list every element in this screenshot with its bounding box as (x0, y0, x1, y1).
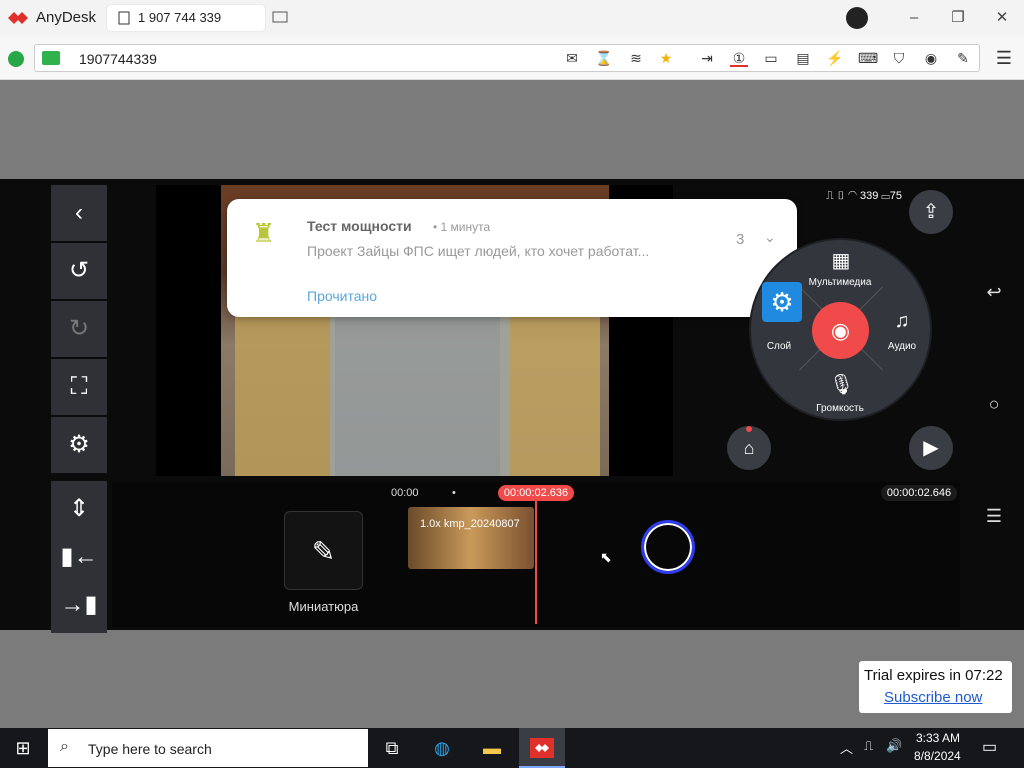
tray-expand-icon[interactable]: ︿ (840, 738, 853, 757)
undo-icon[interactable]: ↺ (51, 243, 107, 299)
mark-read-button[interactable]: Прочитано (307, 288, 377, 304)
menu-icon[interactable]: ☰ (994, 48, 1014, 68)
file-transfer-icon[interactable]: ⇥ (698, 49, 716, 67)
play-icon[interactable]: ▶ (909, 426, 953, 470)
wheel-layer-label[interactable]: Слой (759, 341, 799, 352)
store-badge (746, 426, 752, 432)
microphone-icon[interactable]: 🎙 (829, 372, 854, 397)
total-time-badge: 00:00:02.646 (881, 485, 957, 501)
thumbnail-label: Миниатюра (288, 599, 359, 614)
display-one-icon[interactable]: ① (730, 49, 748, 67)
nav-back-icon[interactable]: ↩ (984, 282, 1004, 302)
connected-status-icon (8, 51, 24, 67)
anydesk-taskbar-icon (530, 738, 554, 758)
notification-title: Тест мощности (307, 218, 412, 234)
wheel-volume-label[interactable]: Громкость (800, 403, 880, 414)
app-name: AnyDesk (36, 9, 97, 26)
windows-start-icon[interactable]: ⊞ (0, 728, 46, 768)
database-icon[interactable]: ≋ (627, 49, 645, 67)
timeline-clip[interactable] (408, 507, 534, 569)
wheel-media-label[interactable]: Мультимедиа (800, 277, 880, 288)
edge-icon[interactable]: ◍ (422, 732, 462, 764)
volume-icon[interactable]: 🔊 (886, 738, 902, 754)
maximize-icon[interactable]: ❐ (948, 8, 968, 28)
settings-icon[interactable]: ⚙ (51, 417, 107, 473)
hourglass-icon[interactable]: ⌛ (595, 49, 613, 67)
gear-icon[interactable]: ⚙ (762, 282, 802, 322)
media-icon[interactable]: ▦ (829, 248, 853, 273)
minimize-icon[interactable]: – (904, 8, 924, 28)
nav-home-icon[interactable]: ○ (984, 394, 1004, 414)
notification-count: 3 (736, 231, 745, 248)
message-icon[interactable]: ▤ (794, 49, 812, 67)
search-icon: ⌕ (60, 738, 69, 755)
permissions-icon[interactable]: ⛉ (890, 49, 908, 67)
app-notification-icon: ♜ (252, 218, 276, 248)
search-placeholder: Type here to search (88, 741, 212, 757)
new-session-icon[interactable] (272, 11, 288, 25)
timeline-marker: • (452, 487, 456, 499)
audio-icon[interactable]: ♫ (890, 310, 914, 333)
notification-body: Проект Зайцы ФПС ищет людей, кто хочет р… (307, 243, 650, 259)
clock-time[interactable]: 3:33 AM (916, 731, 960, 745)
redo-icon[interactable]: ↻ (51, 301, 107, 357)
nav-recents-icon[interactable]: ☰ (984, 506, 1004, 526)
status-bar: ⎍ ▯ ◠ 339 ▭75 (826, 190, 902, 202)
battery-level: 75 (889, 190, 902, 202)
notification-center-icon[interactable]: ▭ (982, 737, 997, 757)
download-icon[interactable] (846, 7, 868, 29)
chat-icon[interactable]: ✉ (563, 49, 581, 67)
document-icon (118, 11, 130, 25)
wheel-audio-label[interactable]: Аудио (877, 341, 927, 352)
tab-label: 1 907 744 339 (138, 10, 222, 25)
store-icon[interactable]: ⌂ (727, 426, 771, 470)
touch-indicator (641, 520, 695, 574)
pen-icon[interactable]: ✎ (954, 49, 972, 67)
current-time-badge: 00:00:02.636 (498, 485, 574, 501)
thumbnail-edit-button[interactable]: ✎ (284, 511, 363, 590)
clip-label: 1.0x kmp_20240807 (420, 518, 520, 530)
trim-right-icon[interactable]: →▮ (51, 577, 107, 633)
share-icon[interactable]: ⇪ (909, 190, 953, 234)
capture-icon[interactable]: ⛶ (51, 359, 107, 415)
notification-time: • 1 минута (433, 220, 491, 234)
task-view-icon[interactable]: ⧉ (372, 732, 412, 764)
timeline-start: 00:00 (391, 487, 419, 499)
address-text: 1907744339 (79, 51, 157, 67)
actions-icon[interactable]: ⚡ (826, 49, 844, 67)
clock-date[interactable]: 8/8/2024 (914, 749, 961, 763)
network-speed: 339 (859, 190, 879, 202)
star-icon[interactable]: ★ (657, 49, 675, 67)
playhead[interactable] (535, 500, 537, 624)
screen-icon[interactable]: ▭ (762, 49, 780, 67)
trial-text: Trial expires in 07:22 (864, 667, 1003, 684)
close-icon[interactable]: ✕ (992, 8, 1012, 28)
network-icon[interactable]: ⎍ (864, 738, 873, 754)
file-explorer-icon[interactable]: ▬ (472, 732, 512, 764)
camera-record-button[interactable]: ◉ (812, 302, 869, 359)
cursor-icon: ⬉ (600, 549, 612, 565)
anydesk-logo-icon (8, 12, 28, 24)
keyboard-icon[interactable]: ⌨ (858, 49, 878, 67)
monitor-icon (42, 51, 60, 65)
chevron-down-icon[interactable]: ⌄ (764, 229, 776, 246)
remote-background-top (0, 80, 1024, 179)
record-icon[interactable]: ◉ (922, 49, 940, 67)
back-icon[interactable]: ‹ (51, 185, 107, 241)
subscribe-link[interactable]: Subscribe now (884, 689, 982, 706)
